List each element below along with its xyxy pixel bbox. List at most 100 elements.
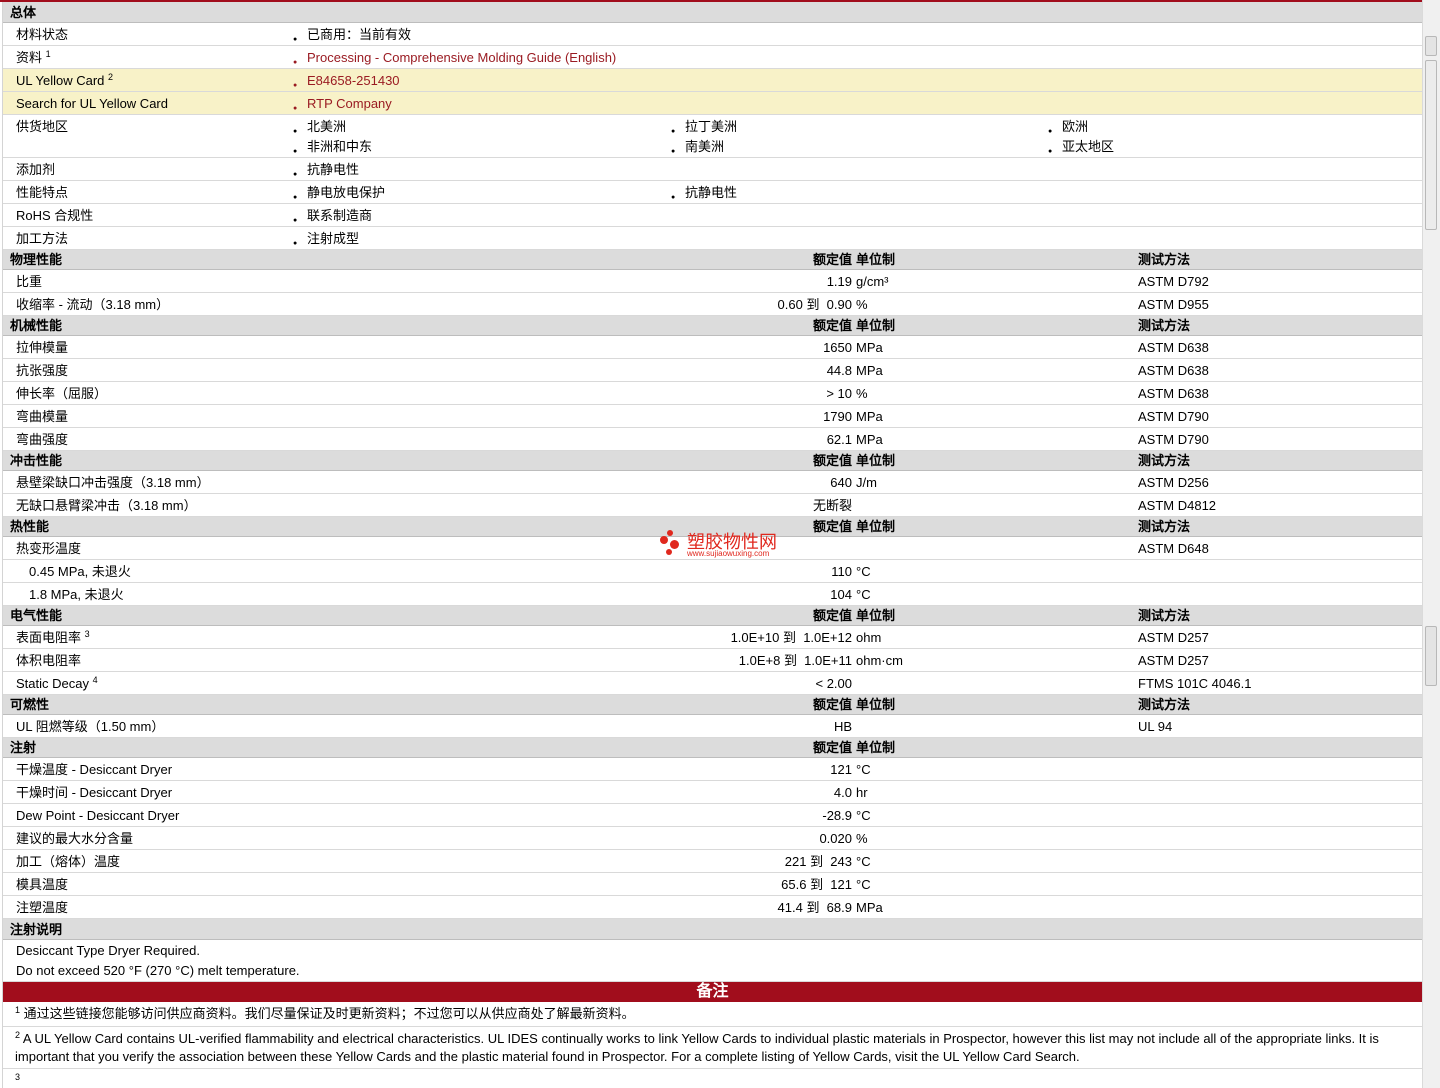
- injection-notes-body: Desiccant Type Dryer Required. Do not ex…: [3, 940, 1422, 982]
- watermark-url: www.sujiaowuxing.com: [687, 549, 770, 558]
- property-unit: J/m: [856, 475, 877, 490]
- property-label: 注塑温度: [16, 900, 69, 915]
- section-title: 物理性能: [10, 252, 63, 267]
- property-unit: ohm: [856, 630, 882, 645]
- property-label: 体积电阻率: [16, 653, 82, 668]
- ul-card-link[interactable]: E84658-251430: [293, 69, 399, 97]
- row-process: 加工方法 注射成型: [3, 227, 1422, 255]
- property-label: 悬壁梁缺口冲击强度（3.18 mm）: [16, 475, 210, 490]
- property-label: 弯曲强度: [16, 432, 69, 447]
- property-row: 体积电阻率 1.0E+8 到 1.0E+11 ohm·cm ASTM D257: [3, 649, 1422, 672]
- remark-note: 2 A UL Yellow Card contains UL-verified …: [3, 1027, 1422, 1069]
- vertical-scrollbar[interactable]: [1422, 0, 1440, 1088]
- property-value: < 2.00: [815, 676, 852, 691]
- nominal-header: 额定值: [812, 697, 852, 712]
- unit-header: 单位制: [856, 519, 896, 534]
- watermark-logo: 塑胶物性网 www.sujiaowuxing.com: [657, 528, 797, 560]
- property-row: 无缺口悬臂梁冲击（3.18 mm） 无断裂 ASTM D4812: [3, 494, 1422, 517]
- scroll-thumb-lower[interactable]: [1425, 626, 1437, 686]
- test-method-header: 测试方法: [1138, 697, 1191, 712]
- label: 材料状态: [16, 27, 69, 42]
- property-test-method: ASTM D638: [1138, 386, 1209, 401]
- note-line: Do not exceed 520 °F (270 °C) melt tempe…: [16, 963, 300, 978]
- property-unit: %: [856, 831, 868, 846]
- property-label: 拉伸模量: [16, 340, 69, 355]
- property-unit: MPa: [856, 363, 883, 378]
- property-label: Dew Point - Desiccant Dryer: [16, 808, 180, 823]
- label: 加工方法: [16, 231, 69, 246]
- property-row: UL 阻燃等级（1.50 mm） HB UL 94: [3, 715, 1422, 738]
- property-test-method: ASTM D256: [1138, 475, 1209, 490]
- property-label: 抗张强度: [16, 363, 69, 378]
- region-item: 亚太地区: [1048, 137, 1114, 162]
- property-label: 干燥时间 - Desiccant Dryer: [16, 785, 173, 800]
- section-header-injection-notes: 注射说明: [3, 919, 1422, 940]
- unit-header: 单位制: [856, 318, 896, 333]
- property-row: 弯曲强度 62.1 MPa ASTM D790: [3, 428, 1422, 451]
- property-value: 640: [830, 475, 852, 490]
- property-test-method: UL 94: [1138, 719, 1173, 734]
- property-unit: °C: [856, 854, 871, 869]
- section-title: 冲击性能: [10, 453, 63, 468]
- property-label: 伸长率（屈服）: [16, 386, 108, 401]
- property-row: 0.45 MPa, 未退火 110 °C: [3, 560, 1422, 583]
- row-additive: 添加剂 抗静电性: [3, 158, 1422, 186]
- property-row: 建议的最大水分含量 0.020%: [3, 827, 1422, 850]
- section-header: 机械性能 额定值 单位制 测试方法: [3, 316, 1422, 336]
- property-test-method: ASTM D638: [1138, 340, 1209, 355]
- property-unit: °C: [856, 762, 871, 777]
- property-label: 弯曲模量: [16, 409, 69, 424]
- nominal-header: 额定值: [812, 318, 852, 333]
- property-row: 注塑温度 41.4 到 68.9 MPa: [3, 896, 1422, 919]
- property-value: HB: [833, 719, 852, 734]
- docs-link[interactable]: Processing - Comprehensive Molding Guide…: [293, 46, 616, 74]
- remark-note: 1 通过这些链接您能够访问供应商资料。我们尽量保证及时更新资料；不过您可以从供应…: [3, 1002, 1422, 1027]
- property-test-method: ASTM D790: [1138, 432, 1209, 447]
- row-features: 性能特点 静电放电保护 抗静电性: [3, 181, 1422, 209]
- nominal-header: 额定值: [812, 740, 852, 755]
- test-method-header: 测试方法: [1138, 318, 1191, 333]
- nominal-header: 额定值: [812, 519, 852, 534]
- nominal-header: 额定值: [812, 608, 852, 623]
- property-unit: %: [856, 297, 868, 312]
- label: Search for UL Yellow Card: [16, 96, 168, 111]
- property-unit: °C: [856, 808, 871, 823]
- bullet-value: 已商用：当前有效: [293, 23, 411, 51]
- ul-search-link[interactable]: RTP Company: [293, 92, 392, 120]
- section-header: 物理性能 额定值 单位制 测试方法: [3, 250, 1422, 270]
- property-value: 1.0E+10 到 1.0E+12: [730, 630, 852, 645]
- property-label: 热变形温度: [16, 541, 82, 556]
- row-ul-card: UL Yellow Card 2 E84658-251430: [3, 69, 1422, 97]
- row-regions: 供货地区 北美洲 拉丁美洲 欧洲 非洲和中东 南美洲 亚太地区: [3, 115, 1422, 162]
- property-value: 104: [830, 587, 852, 602]
- property-value: 44.8: [826, 363, 852, 378]
- row-rohs: RoHS 合规性 联系制造商: [3, 204, 1422, 232]
- section-header: 可燃性 额定值 单位制 测试方法: [3, 695, 1422, 715]
- property-value: 1.0E+8 到 1.0E+11: [738, 653, 852, 668]
- scroll-thumb[interactable]: [1425, 36, 1437, 56]
- property-unit: MPa: [856, 340, 883, 355]
- region-item: 北美洲: [293, 117, 346, 142]
- property-unit: %: [856, 386, 868, 401]
- property-row: 悬壁梁缺口冲击强度（3.18 mm） 640 J/m ASTM D256: [3, 471, 1422, 494]
- property-row: 干燥温度 - Desiccant Dryer 121 °C: [3, 758, 1422, 781]
- row-ul-search: Search for UL Yellow Card RTP Company: [3, 92, 1422, 120]
- unit-header: 单位制: [856, 252, 896, 267]
- property-unit: °C: [856, 587, 871, 602]
- scroll-track-region[interactable]: [1425, 60, 1437, 230]
- property-value: 1.19: [826, 274, 852, 289]
- test-method-header: 测试方法: [1138, 453, 1191, 468]
- test-method-header: 测试方法: [1138, 608, 1191, 623]
- unit-header: 单位制: [856, 740, 896, 755]
- remark-note: 3: [3, 1069, 1422, 1088]
- row-material-status: 材料状态 已商用：当前有效: [3, 23, 1422, 51]
- property-unit: g/cm³: [856, 274, 889, 289]
- region-item: 拉丁美洲: [671, 117, 737, 142]
- row-docs: 资料 1 Processing - Comprehensive Molding …: [3, 46, 1422, 74]
- property-row: Static Decay 4 < 2.00 FTMS 101C 4046.1: [3, 672, 1422, 695]
- label: UL Yellow Card 2: [16, 72, 114, 89]
- property-label: 加工（熔体）温度: [16, 854, 121, 869]
- property-unit: MPa: [856, 409, 883, 424]
- property-label: 比重: [16, 274, 43, 289]
- unit-header: 单位制: [856, 697, 896, 712]
